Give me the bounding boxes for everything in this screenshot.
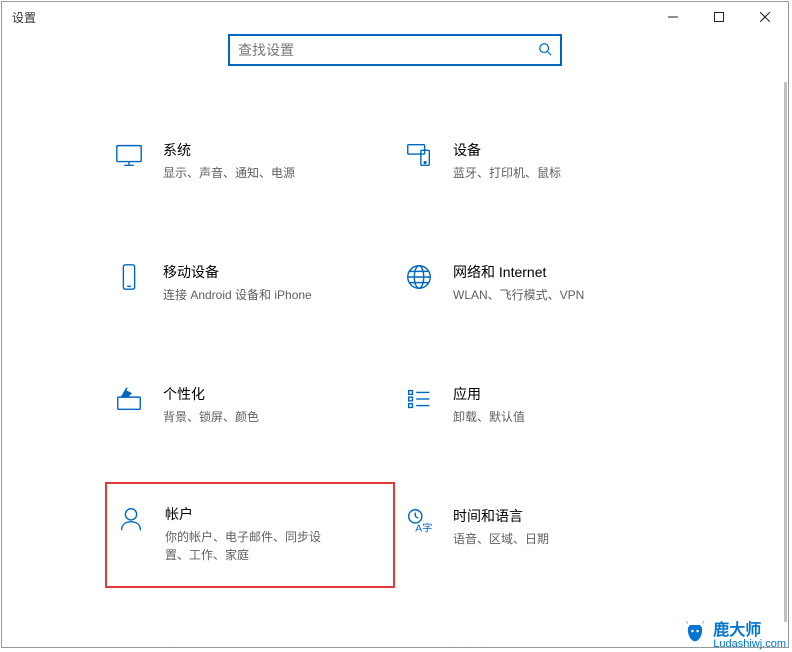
tile-title: 轻松使用	[453, 644, 677, 647]
globe-icon	[403, 262, 435, 294]
minimize-icon	[668, 12, 678, 22]
tile-devices[interactable]: 设备 蓝牙、打印机、鼠标	[395, 134, 685, 188]
devices-icon	[403, 140, 435, 172]
close-icon	[760, 12, 770, 22]
tile-text: 轻松使用 讲述人、放大镜、高对比度	[453, 644, 677, 647]
tile-text: 移动设备 连接 Android 设备和 iPhone	[163, 262, 387, 304]
tile-phone[interactable]: 移动设备 连接 Android 设备和 iPhone	[105, 256, 395, 310]
phone-icon	[113, 262, 145, 294]
maximize-icon	[714, 12, 724, 22]
tile-subtitle: WLAN、飞行模式、VPN	[453, 286, 623, 304]
tile-subtitle: 卸载、默认值	[453, 408, 623, 426]
tile-network[interactable]: 网络和 Internet WLAN、飞行模式、VPN	[395, 256, 685, 310]
tile-ease-of-access[interactable]: 轻松使用 讲述人、放大镜、高对比度	[395, 638, 685, 647]
tile-time-language[interactable]: A字 时间和语言 语音、区域、日期	[395, 500, 685, 570]
scrollbar[interactable]	[784, 82, 787, 622]
gamepad-icon	[113, 644, 145, 647]
tile-title: 应用	[453, 384, 677, 404]
tile-subtitle: 你的帐户、电子邮件、同步设置、工作、家庭	[165, 528, 335, 564]
tile-text: 应用 卸载、默认值	[453, 384, 677, 426]
search-input[interactable]	[238, 42, 532, 58]
deer-icon	[681, 619, 709, 648]
tile-system[interactable]: 系统 显示、声音、通知、电源	[105, 134, 395, 188]
person-icon	[115, 504, 147, 536]
watermark: 鹿大师 Ludashiwj.com	[681, 616, 786, 650]
tile-subtitle: 背景、锁屏、颜色	[163, 408, 333, 426]
watermark-url: Ludashiwj.com	[713, 638, 786, 650]
time-language-icon: A字	[403, 506, 435, 538]
maximize-button[interactable]	[696, 2, 742, 32]
list-icon	[403, 384, 435, 416]
window-controls	[650, 2, 788, 32]
content-area: 系统 显示、声音、通知、电源 设备 蓝牙、打印机、鼠标 移动设备	[2, 66, 788, 647]
tile-subtitle: 显示、声音、通知、电源	[163, 164, 333, 182]
tile-text: 设备 蓝牙、打印机、鼠标	[453, 140, 677, 182]
search-box[interactable]	[228, 34, 562, 66]
search-icon	[538, 42, 552, 59]
watermark-name: 鹿大师	[713, 616, 761, 640]
tile-subtitle: 蓝牙、打印机、鼠标	[453, 164, 623, 182]
tile-title: 帐户	[165, 504, 385, 524]
tile-text: 游戏 Game Bar, 捕获, 游戏模式	[163, 644, 387, 647]
tile-text: 帐户 你的帐户、电子邮件、同步设置、工作、家庭	[165, 504, 385, 564]
titlebar: 设置	[2, 2, 788, 32]
tile-text: 系统 显示、声音、通知、电源	[163, 140, 387, 182]
settings-grid: 系统 显示、声音、通知、电源 设备 蓝牙、打印机、鼠标 移动设备	[105, 134, 685, 647]
watermark-text: 鹿大师 Ludashiwj.com	[713, 616, 786, 650]
tile-text: 时间和语言 语音、区域、日期	[453, 506, 677, 564]
tile-gaming[interactable]: 游戏 Game Bar, 捕获, 游戏模式	[105, 638, 395, 647]
tile-title: 移动设备	[163, 262, 387, 282]
tile-subtitle: 语音、区域、日期	[453, 530, 623, 548]
search-container	[2, 34, 788, 66]
tile-accounts[interactable]: 帐户 你的帐户、电子邮件、同步设置、工作、家庭	[105, 482, 395, 588]
window-title: 设置	[12, 9, 36, 26]
tile-personalization[interactable]: 个性化 背景、锁屏、颜色	[105, 378, 395, 432]
tile-title: 时间和语言	[453, 506, 677, 526]
monitor-icon	[113, 140, 145, 172]
tile-title: 系统	[163, 140, 387, 160]
minimize-button[interactable]	[650, 2, 696, 32]
tile-title: 个性化	[163, 384, 387, 404]
tile-title: 网络和 Internet	[453, 262, 677, 282]
tile-title: 设备	[453, 140, 677, 160]
tile-apps[interactable]: 应用 卸载、默认值	[395, 378, 685, 432]
close-button[interactable]	[742, 2, 788, 32]
tile-text: 网络和 Internet WLAN、飞行模式、VPN	[453, 262, 677, 304]
accessibility-icon	[403, 644, 435, 647]
settings-window: 设置 系统	[1, 1, 789, 648]
brush-icon	[113, 384, 145, 416]
tile-subtitle: 连接 Android 设备和 iPhone	[163, 286, 333, 304]
tile-text: 个性化 背景、锁屏、颜色	[163, 384, 387, 426]
tile-title: 游戏	[163, 644, 387, 647]
svg-text:A字: A字	[415, 521, 432, 534]
